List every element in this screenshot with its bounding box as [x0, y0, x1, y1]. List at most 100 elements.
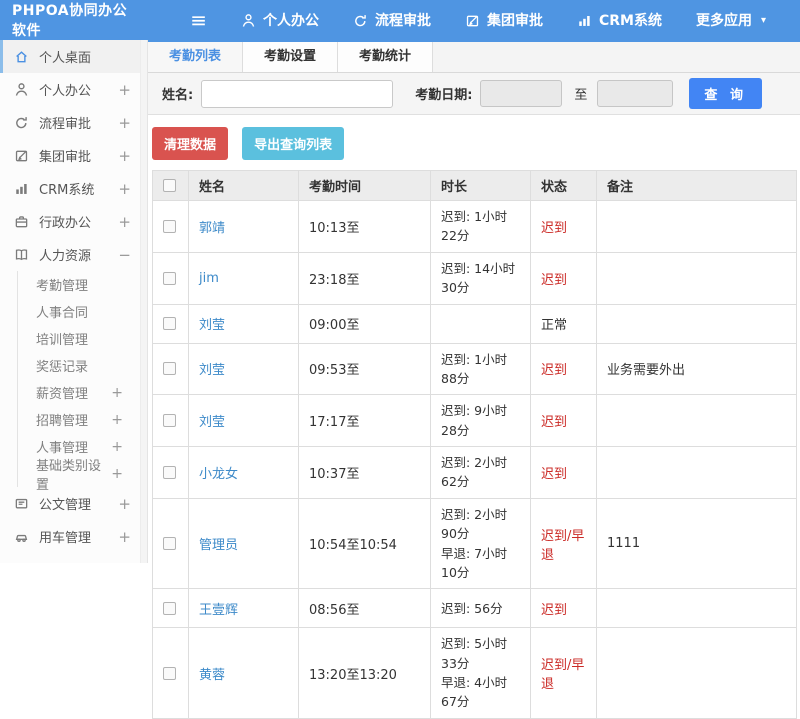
expand-toggle[interactable]: +: [118, 528, 131, 546]
row-checkbox[interactable]: [163, 466, 176, 479]
topbar: PHPOA协同办公软件 ≡ 个人办公 流程审批 集团审批 CRM系统 更多应用 …: [0, 0, 800, 40]
row-checkbox[interactable]: [163, 602, 176, 615]
car-icon: [14, 529, 30, 544]
employee-name-link[interactable]: 郭靖: [199, 221, 225, 236]
bar-chart-icon: [14, 181, 30, 196]
expand-toggle[interactable]: +: [118, 213, 131, 231]
date-to-input[interactable]: [597, 80, 673, 107]
status-badge: 正常: [541, 318, 567, 333]
tab-attendance-list[interactable]: 考勤列表: [148, 42, 243, 72]
expand-toggle[interactable]: +: [111, 466, 123, 482]
submenu-item-label: 招聘管理: [36, 410, 111, 429]
status-badge: 迟到/早退: [541, 658, 584, 692]
expand-toggle[interactable]: +: [111, 412, 123, 428]
attendance-time: 17:17至: [299, 395, 431, 447]
submenu-item-rewards-records[interactable]: 奖惩记录: [18, 352, 147, 379]
expand-toggle[interactable]: +: [118, 495, 131, 513]
employee-name-link[interactable]: 刘莹: [199, 318, 225, 333]
col-header-time: 考勤时间: [299, 171, 431, 201]
sidebar-item-workflow-approval[interactable]: 流程审批 +: [0, 106, 147, 139]
export-list-button[interactable]: 导出查询列表: [242, 127, 344, 160]
sidebar-item-personal-office[interactable]: 个人办公 +: [0, 73, 147, 106]
sidebar-item-administration[interactable]: 行政办公 +: [0, 205, 147, 238]
row-checkbox[interactable]: [163, 537, 176, 550]
duration-early-leave: 早退: 4小时67分: [441, 673, 520, 712]
duration-late: 迟到: 2小时62分: [441, 453, 520, 492]
expand-toggle[interactable]: +: [111, 385, 123, 401]
briefcase-icon: [14, 214, 30, 229]
employee-name-link[interactable]: 刘莹: [199, 415, 225, 430]
duration-late: 迟到: 1小时22分: [441, 207, 520, 246]
sidebar-scrollbar[interactable]: [140, 40, 147, 563]
duration-late: 迟到: 56分: [441, 599, 520, 618]
book-icon: [14, 247, 30, 262]
duration-late: 迟到: 9小时28分: [441, 401, 520, 440]
topbar-item-crm[interactable]: CRM系统: [577, 10, 662, 30]
row-checkbox[interactable]: [163, 362, 176, 375]
main-content: 考勤列表 考勤设置 考勤统计 姓名: 考勤日期: 至 查 询 清理数据 导出查询…: [148, 40, 800, 563]
row-checkbox[interactable]: [163, 220, 176, 233]
status-badge: 迟到: [541, 363, 567, 378]
expand-toggle[interactable]: +: [111, 439, 123, 455]
expand-toggle[interactable]: +: [118, 114, 131, 132]
sidebar-item-human-resources[interactable]: 人力资源 −: [0, 238, 147, 271]
employee-name-link[interactable]: 王壹辉: [199, 603, 238, 618]
submenu-item-training-management[interactable]: 培训管理: [18, 325, 147, 352]
submenu-item-label: 培训管理: [36, 329, 123, 348]
topbar-item-personal-office[interactable]: 个人办公: [241, 10, 319, 30]
employee-name-link[interactable]: jim: [199, 271, 219, 286]
table-row: 刘莹 09:00至 正常: [153, 304, 797, 343]
document-icon: [14, 496, 30, 511]
topbar-item-workflow-approval[interactable]: 流程审批: [353, 10, 431, 30]
remark-cell: [597, 628, 797, 719]
sidebar-item-personal-desktop[interactable]: 个人桌面: [0, 40, 147, 73]
attendance-time: 10:13至: [299, 201, 431, 253]
row-checkbox[interactable]: [163, 667, 176, 680]
submenu-item-hr-contracts[interactable]: 人事合同: [18, 298, 147, 325]
topbar-item-label: 更多应用: [696, 10, 752, 30]
submenu-item-salary-management[interactable]: 薪资管理 +: [18, 379, 147, 406]
app-title: PHPOA协同办公软件: [0, 0, 132, 40]
row-checkbox[interactable]: [163, 414, 176, 427]
row-checkbox[interactable]: [163, 272, 176, 285]
menu-toggle-icon[interactable]: ≡: [190, 10, 207, 30]
filter-bar: 姓名: 考勤日期: 至 查 询: [148, 73, 800, 115]
sidebar-item-crm[interactable]: CRM系统 +: [0, 172, 147, 205]
employee-name-link[interactable]: 刘莹: [199, 363, 225, 378]
row-checkbox[interactable]: [163, 317, 176, 330]
topbar-item-label: 流程审批: [375, 10, 431, 30]
sidebar-item-vehicle-management[interactable]: 用车管理 +: [0, 520, 147, 553]
status-badge: 迟到: [541, 415, 567, 430]
expand-toggle[interactable]: +: [118, 81, 131, 99]
expand-toggle[interactable]: +: [118, 180, 131, 198]
employee-name-link[interactable]: 黄蓉: [199, 668, 225, 683]
employee-name-link[interactable]: 管理员: [199, 538, 238, 553]
clean-data-button[interactable]: 清理数据: [152, 127, 228, 160]
duration-late: 迟到: 2小时90分: [441, 505, 520, 544]
search-button[interactable]: 查 询: [689, 78, 762, 109]
collapse-toggle[interactable]: −: [118, 246, 131, 264]
date-to-label: 至: [574, 84, 587, 103]
topbar-item-group-approval[interactable]: 集团审批: [465, 10, 543, 30]
person-icon: [241, 13, 256, 28]
select-all-checkbox[interactable]: [163, 179, 176, 192]
date-from-input[interactable]: [480, 80, 562, 107]
remark-cell: [597, 395, 797, 447]
submenu-item-attendance-management[interactable]: 考勤管理: [18, 271, 147, 298]
tab-attendance-settings[interactable]: 考勤设置: [243, 42, 338, 72]
hr-submenu: 考勤管理 人事合同 培训管理 奖惩记录 薪资管理 + 招聘管理 + 人事管理 +…: [17, 271, 147, 487]
remark-cell: [597, 447, 797, 499]
submenu-item-recruitment-management[interactable]: 招聘管理 +: [18, 406, 147, 433]
table-row: 小龙女 10:37至 迟到: 2小时62分 迟到: [153, 447, 797, 499]
sidebar-item-group-approval[interactable]: 集团审批 +: [0, 139, 147, 172]
status-badge: 迟到: [541, 467, 567, 482]
attendance-time: 10:54至10:54: [299, 498, 431, 589]
tab-attendance-statistics[interactable]: 考勤统计: [338, 42, 433, 72]
expand-toggle[interactable]: +: [118, 147, 131, 165]
employee-name-link[interactable]: 小龙女: [199, 467, 238, 482]
topbar-item-label: 集团审批: [487, 10, 543, 30]
duration-late: 迟到: 14小时30分: [441, 259, 520, 298]
submenu-item-base-category-settings[interactable]: 基础类别设置 +: [18, 460, 147, 487]
name-filter-input[interactable]: [201, 80, 393, 108]
topbar-item-more-apps[interactable]: 更多应用 ▾: [696, 10, 766, 30]
